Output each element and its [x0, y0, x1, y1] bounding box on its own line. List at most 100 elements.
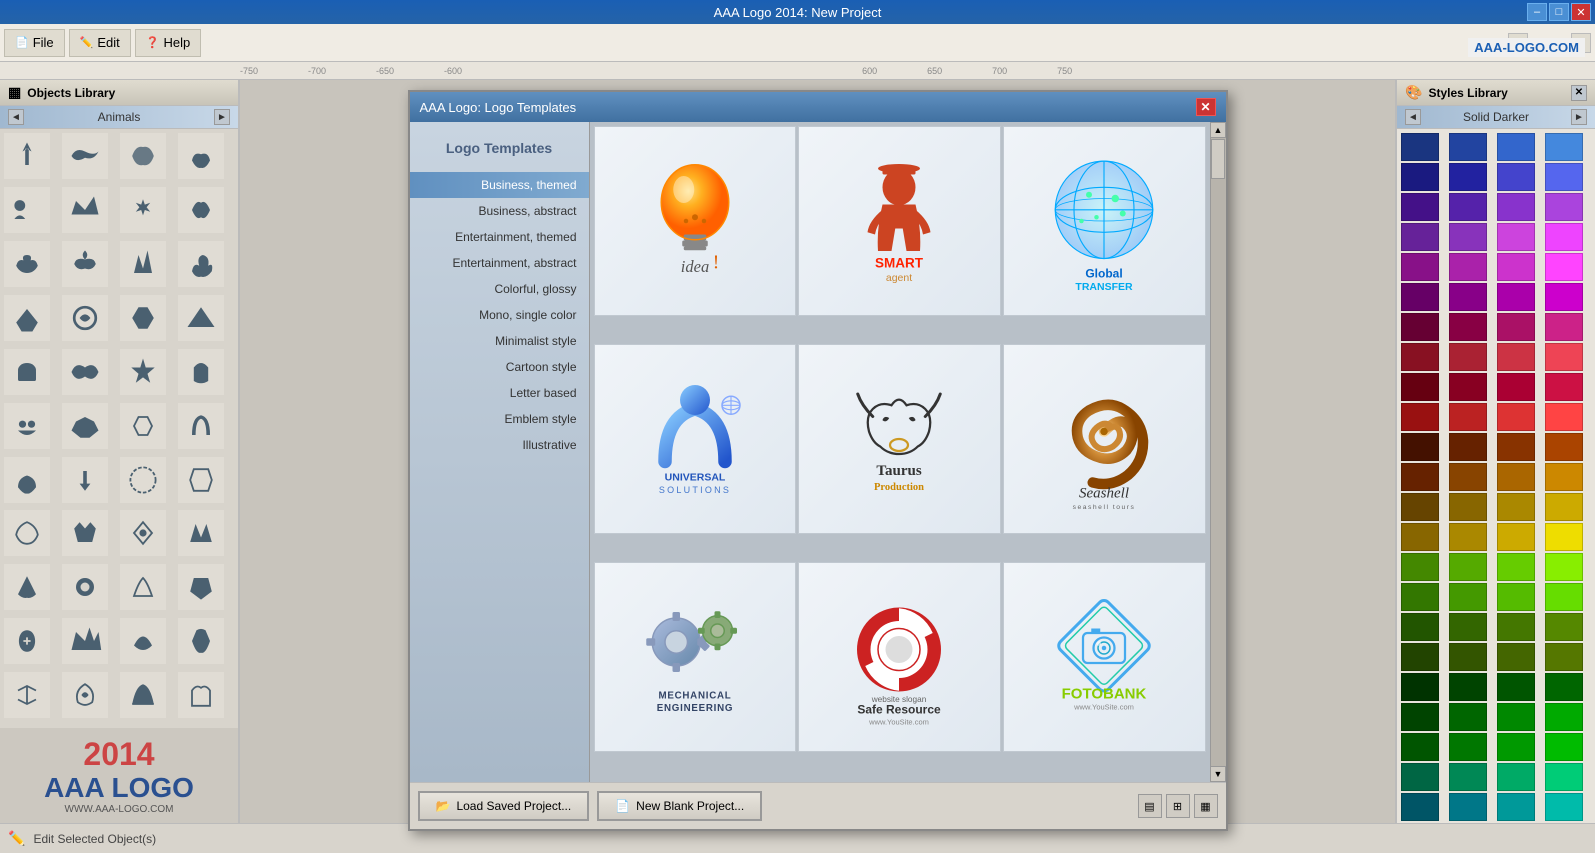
- list-item[interactable]: [4, 457, 50, 503]
- color-swatch[interactable]: [1401, 793, 1439, 821]
- list-item[interactable]: [62, 349, 108, 395]
- color-swatch[interactable]: [1545, 793, 1583, 821]
- list-item[interactable]: [62, 564, 108, 610]
- logo-card-smart-agent[interactable]: SMART agent: [798, 126, 1001, 316]
- menu-help[interactable]: ❓ Help: [135, 29, 201, 57]
- color-swatch[interactable]: [1497, 703, 1535, 731]
- color-swatch[interactable]: [1497, 493, 1535, 521]
- list-item[interactable]: [4, 187, 50, 233]
- list-item[interactable]: [178, 349, 224, 395]
- color-swatch[interactable]: [1401, 733, 1439, 761]
- color-swatch[interactable]: [1545, 673, 1583, 701]
- styles-panel-close-button[interactable]: ✕: [1571, 85, 1587, 101]
- color-swatch[interactable]: [1545, 343, 1583, 371]
- list-item[interactable]: [62, 672, 108, 718]
- sidebar-item-business-abstract[interactable]: Business, abstract: [410, 198, 589, 224]
- list-item[interactable]: [4, 510, 50, 556]
- list-item[interactable]: [120, 618, 166, 664]
- list-item[interactable]: [120, 510, 166, 556]
- list-item[interactable]: [120, 295, 166, 341]
- color-swatch[interactable]: [1401, 493, 1439, 521]
- list-item[interactable]: [62, 510, 108, 556]
- list-item[interactable]: [4, 672, 50, 718]
- list-item[interactable]: [120, 187, 166, 233]
- list-item[interactable]: [178, 510, 224, 556]
- color-swatch[interactable]: [1401, 673, 1439, 701]
- color-swatch[interactable]: [1545, 283, 1583, 311]
- color-swatch[interactable]: [1545, 643, 1583, 671]
- color-swatch[interactable]: [1449, 763, 1487, 791]
- sidebar-item-entertainment-themed[interactable]: Entertainment, themed: [410, 224, 589, 250]
- close-button[interactable]: ✕: [1571, 3, 1591, 21]
- list-item[interactable]: [4, 295, 50, 341]
- color-swatch[interactable]: [1497, 163, 1535, 191]
- color-swatch[interactable]: [1449, 313, 1487, 341]
- color-swatch[interactable]: [1449, 343, 1487, 371]
- logo-card-seashell[interactable]: Seashell seashell tours: [1003, 344, 1206, 534]
- color-swatch[interactable]: [1449, 193, 1487, 221]
- list-item[interactable]: [62, 457, 108, 503]
- logo-card-taurus-production[interactable]: Taurus Production: [798, 344, 1001, 534]
- color-swatch[interactable]: [1545, 193, 1583, 221]
- minimize-button[interactable]: –: [1527, 3, 1547, 21]
- view-grid-button[interactable]: ⊞: [1166, 794, 1190, 818]
- color-swatch[interactable]: [1449, 583, 1487, 611]
- list-item[interactable]: [178, 133, 224, 179]
- color-swatch[interactable]: [1401, 373, 1439, 401]
- list-item[interactable]: [120, 672, 166, 718]
- list-item[interactable]: [178, 187, 224, 233]
- list-item[interactable]: [178, 618, 224, 664]
- color-swatch[interactable]: [1497, 253, 1535, 281]
- scroll-thumb[interactable]: [1211, 139, 1225, 179]
- color-swatch[interactable]: [1449, 433, 1487, 461]
- list-item[interactable]: [120, 241, 166, 287]
- color-swatch[interactable]: [1497, 223, 1535, 251]
- color-swatch[interactable]: [1497, 373, 1535, 401]
- color-swatch[interactable]: [1449, 703, 1487, 731]
- color-swatch[interactable]: [1449, 253, 1487, 281]
- color-swatch[interactable]: [1545, 133, 1583, 161]
- color-swatch[interactable]: [1545, 763, 1583, 791]
- list-item[interactable]: [4, 133, 50, 179]
- logo-card-safe-resource[interactable]: website slogan Safe Resource www.YouSite…: [798, 562, 1001, 752]
- color-swatch[interactable]: [1449, 403, 1487, 431]
- list-item[interactable]: [120, 403, 166, 449]
- logo-card-mechanical-engineering[interactable]: MECHANICAL ENGINEERING: [594, 562, 797, 752]
- sidebar-item-minimalist[interactable]: Minimalist style: [410, 328, 589, 354]
- category-next-button[interactable]: ►: [214, 109, 230, 125]
- sidebar-item-emblem[interactable]: Emblem style: [410, 406, 589, 432]
- color-swatch[interactable]: [1449, 613, 1487, 641]
- color-swatch[interactable]: [1545, 373, 1583, 401]
- color-swatch[interactable]: [1449, 523, 1487, 551]
- logo-card-universal-solutions[interactable]: UNIVERSAL SOLUTIONS: [594, 344, 797, 534]
- color-swatch[interactable]: [1497, 433, 1535, 461]
- category-prev-button[interactable]: ◄: [8, 109, 24, 125]
- color-swatch[interactable]: [1401, 583, 1439, 611]
- color-swatch[interactable]: [1401, 313, 1439, 341]
- list-item[interactable]: [4, 564, 50, 610]
- color-swatch[interactable]: [1497, 613, 1535, 641]
- color-swatch[interactable]: [1449, 493, 1487, 521]
- list-item[interactable]: [178, 295, 224, 341]
- color-swatch[interactable]: [1401, 613, 1439, 641]
- color-swatch[interactable]: [1401, 553, 1439, 581]
- list-item[interactable]: [62, 133, 108, 179]
- color-swatch[interactable]: [1497, 463, 1535, 491]
- list-item[interactable]: [120, 133, 166, 179]
- sidebar-item-mono[interactable]: Mono, single color: [410, 302, 589, 328]
- list-item[interactable]: [4, 349, 50, 395]
- new-blank-project-button[interactable]: 📄 New Blank Project...: [597, 791, 762, 821]
- color-swatch[interactable]: [1497, 343, 1535, 371]
- list-item[interactable]: [178, 457, 224, 503]
- color-swatch[interactable]: [1449, 133, 1487, 161]
- sidebar-item-illustrative[interactable]: Illustrative: [410, 432, 589, 458]
- style-prev-button[interactable]: ◄: [1405, 109, 1421, 125]
- color-swatch[interactable]: [1401, 523, 1439, 551]
- list-item[interactable]: [178, 241, 224, 287]
- modal-close-button[interactable]: ✕: [1196, 98, 1216, 116]
- color-swatch[interactable]: [1545, 163, 1583, 191]
- list-item[interactable]: [178, 403, 224, 449]
- logo-card-fotobank[interactable]: FOTOBANK www.YouSite.com: [1003, 562, 1206, 752]
- color-swatch[interactable]: [1401, 133, 1439, 161]
- sidebar-item-entertainment-abstract[interactable]: Entertainment, abstract: [410, 250, 589, 276]
